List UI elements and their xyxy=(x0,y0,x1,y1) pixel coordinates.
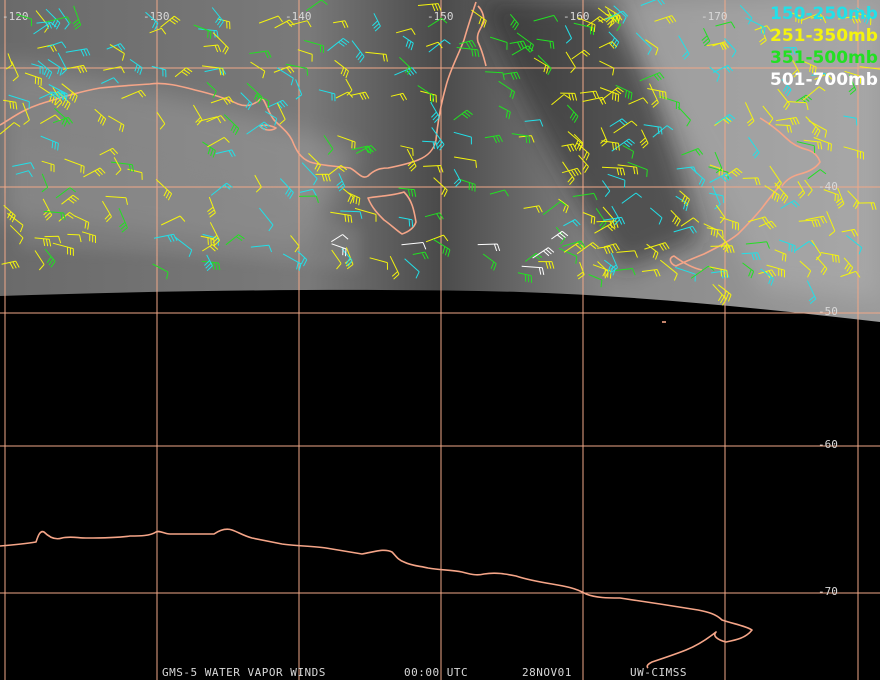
lon-label: -130 xyxy=(143,10,170,23)
antarctica-coastline xyxy=(0,528,753,669)
footer-time: 00:00 UTC xyxy=(404,666,468,679)
legend-251-350mb: 251-350mb xyxy=(770,26,878,46)
footer-source: UW-CIMSS xyxy=(630,666,687,679)
map-canvas: -120 -130 -140 -150 -160 -170 -40 -50 -6… xyxy=(0,0,880,680)
lon-label: -150 xyxy=(427,10,454,23)
lat-label: -60 xyxy=(818,438,838,451)
satellite-wind-map: -120 -130 -140 -150 -160 -170 -40 -50 -6… xyxy=(0,0,880,680)
lon-label: -170 xyxy=(701,10,728,23)
legend-351-500mb: 351-500mb xyxy=(770,48,878,68)
water-vapor-imagery xyxy=(0,0,880,322)
lat-label: -50 xyxy=(818,305,838,318)
legend-501-700mb: 501-700mb xyxy=(770,70,878,90)
footer-satellite: GMS-5 WATER VAPOR WINDS xyxy=(162,666,326,679)
lat-label: -70 xyxy=(818,585,838,598)
footer-caption: GMS-5 WATER VAPOR WINDS 00:00 UTC 28NOV0… xyxy=(162,666,687,679)
footer-date: 28NOV01 xyxy=(522,666,572,679)
legend-150-250mb: 150-250mb xyxy=(770,4,878,24)
